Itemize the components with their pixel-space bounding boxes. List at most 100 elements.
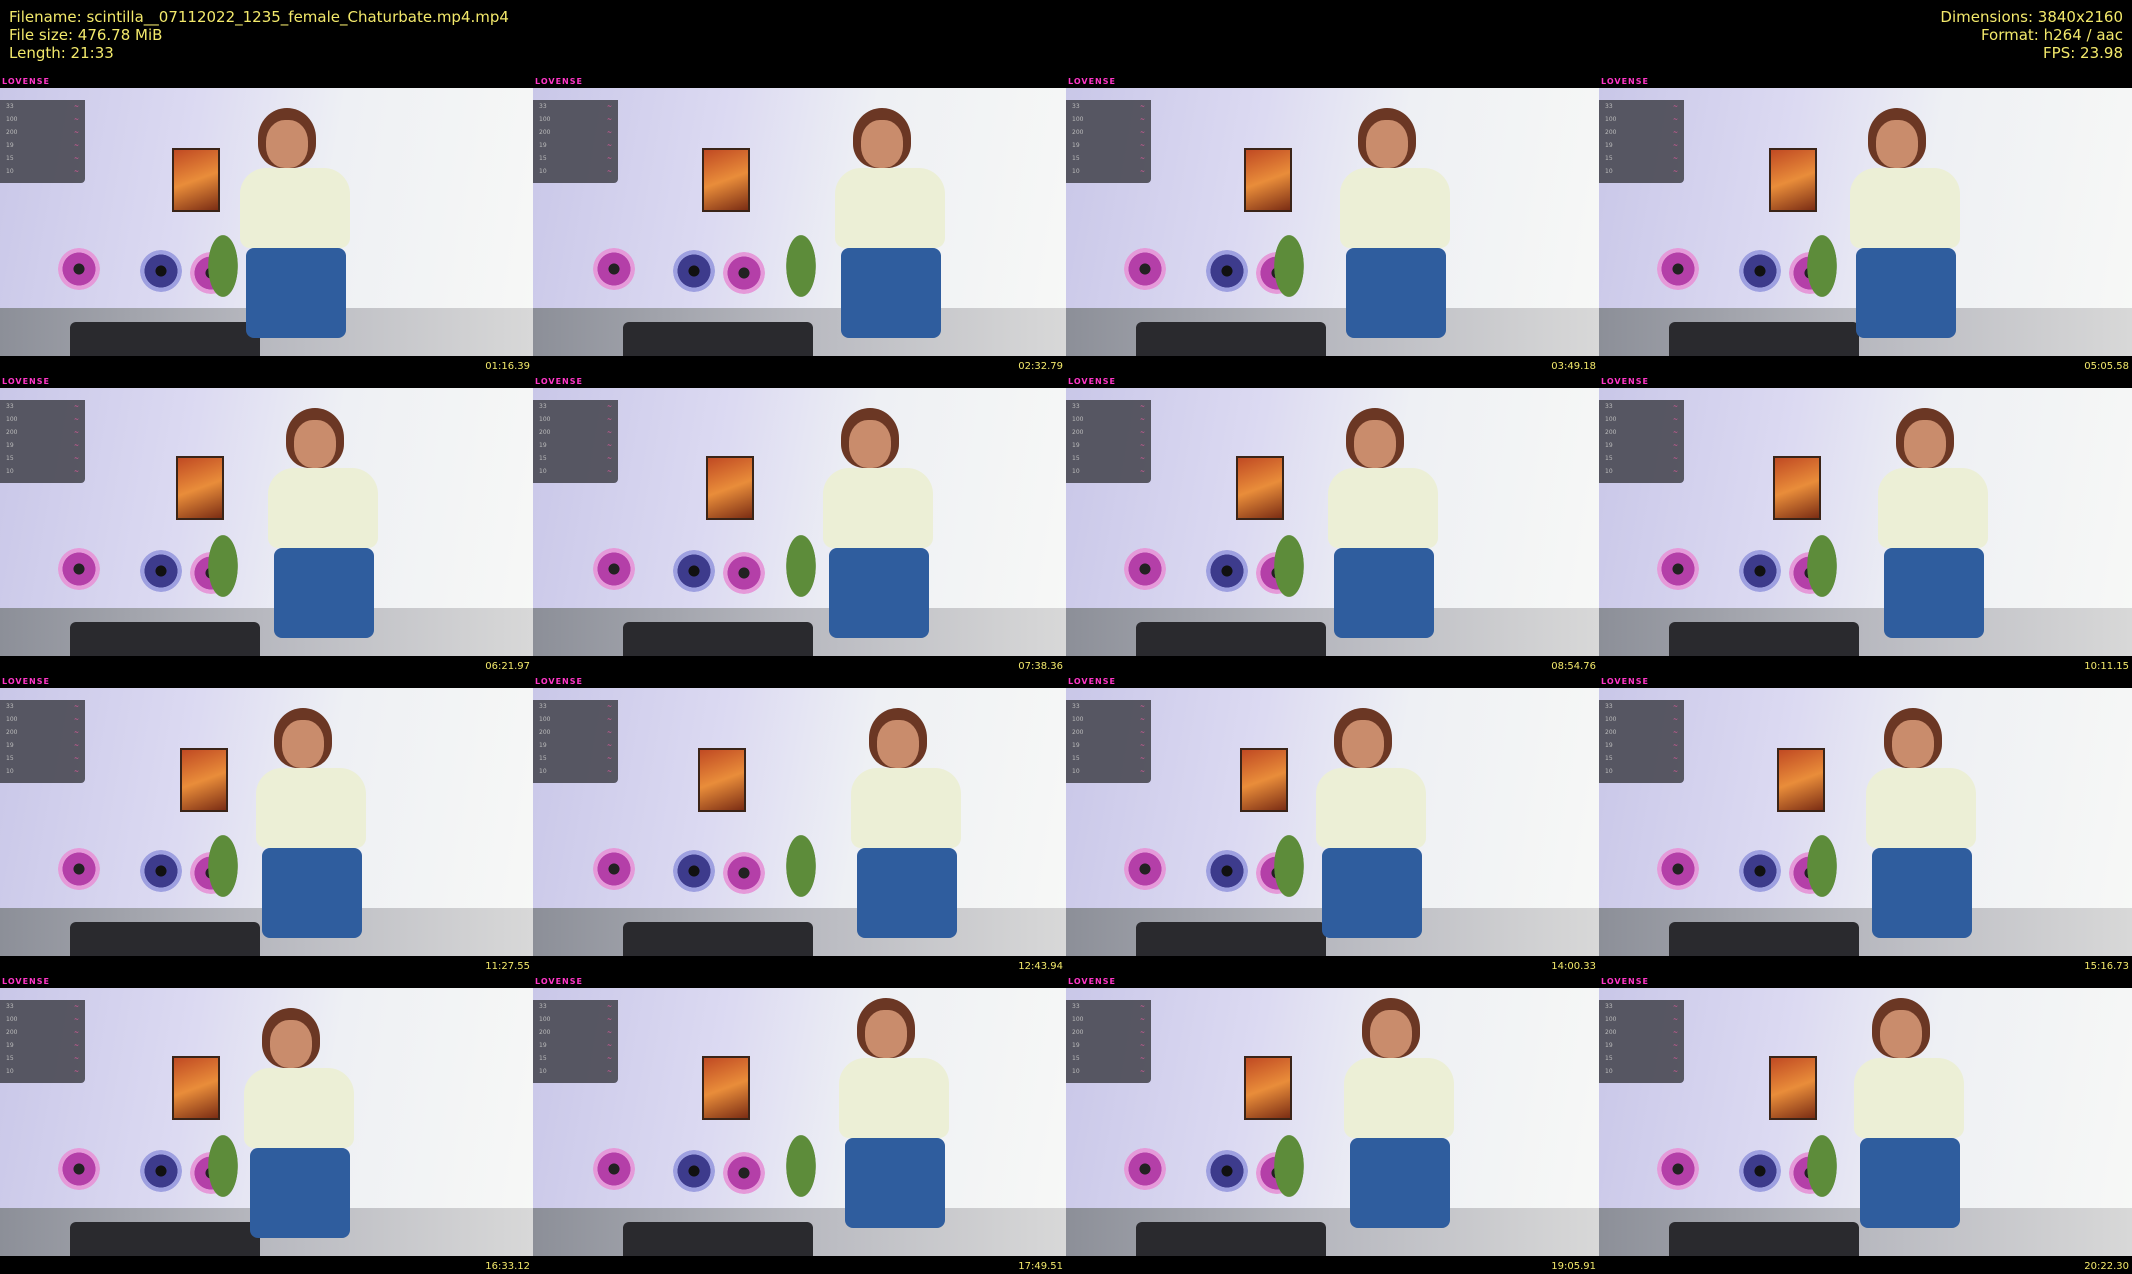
person (246, 708, 376, 938)
wall-painting (706, 456, 754, 520)
panel-row: 15 ~ (1599, 452, 1684, 465)
panel-row: 33 ~ (533, 1000, 618, 1013)
lovense-panel: 33 ~100 ~200 ~19 ~15 ~10 ~ (0, 1000, 85, 1083)
panel-row: 200 ~ (1599, 1026, 1684, 1039)
person-shirt (244, 1068, 354, 1148)
panel-row-icon: ~ (1139, 1055, 1145, 1062)
person-face (1904, 420, 1946, 468)
panel-row-value: 100 (1605, 716, 1617, 723)
thumbnail[interactable]: 33 ~100 ~200 ~19 ~15 ~10 ~ LOVENSE 02:32.79 (533, 77, 1066, 374)
panel-row-value: 15 (6, 155, 14, 162)
wall-painting (172, 1056, 220, 1120)
person-face (849, 420, 891, 468)
lovense-panel: 33 ~100 ~200 ~19 ~15 ~10 ~ (533, 400, 618, 483)
panel-row-icon: ~ (73, 1055, 79, 1062)
person-face (1880, 1010, 1922, 1058)
lovense-logo: LOVENSE (1601, 377, 1649, 386)
plant (200, 518, 246, 598)
panel-row-value: 10 (1072, 168, 1080, 175)
panel-row-icon: ~ (73, 416, 79, 423)
panel-row-value: 33 (6, 703, 14, 710)
sofa (70, 622, 260, 656)
thumbnail[interactable]: 33 ~100 ~200 ~19 ~15 ~10 ~ LOVENSE 06:21.97 (0, 377, 533, 674)
person-shirt (839, 1058, 949, 1138)
person-face (270, 1020, 312, 1068)
video-frame: 33 ~100 ~200 ~19 ~15 ~10 ~ (1599, 88, 2132, 356)
panel-row: 100 ~ (1066, 713, 1151, 726)
person-shirt (1316, 768, 1426, 848)
panel-row-value: 100 (6, 416, 18, 423)
panel-row: 33 ~ (1599, 400, 1684, 413)
thumbnail[interactable]: 33 ~100 ~200 ~19 ~15 ~10 ~ LOVENSE 16:33.12 (0, 977, 533, 1274)
panel-row-value: 100 (1072, 116, 1084, 123)
panel-row-value: 33 (539, 103, 547, 110)
panel-row-value: 15 (1072, 755, 1080, 762)
thumbnail-timestamp: 11:27.55 (485, 961, 530, 972)
panel-row-icon: ~ (606, 1003, 612, 1010)
lovense-logo: LOVENSE (1601, 977, 1649, 986)
wall-flower (593, 248, 635, 290)
panel-row-icon: ~ (1139, 729, 1145, 736)
panel-row-value: 10 (1072, 468, 1080, 475)
panel-row-value: 10 (539, 468, 547, 475)
thumbnail[interactable]: 33 ~100 ~200 ~19 ~15 ~10 ~ LOVENSE 10:11.15 (1599, 377, 2132, 674)
panel-row-value: 19 (1605, 1042, 1613, 1049)
panel-row-value: 100 (539, 1016, 551, 1023)
thumbnail-timestamp: 17:49.51 (1018, 1261, 1063, 1272)
panel-row-value: 19 (6, 142, 14, 149)
wall-flower (723, 1152, 765, 1194)
panel-row-value: 200 (539, 129, 551, 136)
thumbnail[interactable]: 33 ~100 ~200 ~19 ~15 ~10 ~ LOVENSE 17:49.51 (533, 977, 1066, 1274)
plant (1799, 518, 1845, 598)
thumbnail[interactable]: 33 ~100 ~200 ~19 ~15 ~10 ~ LOVENSE 20:22.30 (1599, 977, 2132, 1274)
person-shirt (851, 768, 961, 848)
panel-row-value: 100 (6, 116, 18, 123)
panel-row-value: 33 (1072, 403, 1080, 410)
person (1334, 998, 1464, 1228)
person-face (1892, 720, 1934, 768)
panel-row-value: 15 (1072, 455, 1080, 462)
thumbnail[interactable]: 33 ~100 ~200 ~19 ~15 ~10 ~ LOVENSE 14:00.33 (1066, 677, 1599, 974)
panel-row: 15 ~ (0, 752, 85, 765)
panel-row: 15 ~ (533, 152, 618, 165)
lovense-logo: LOVENSE (1601, 77, 1649, 86)
lovense-panel: 33 ~100 ~200 ~19 ~15 ~10 ~ (533, 100, 618, 183)
wall-flower (58, 248, 100, 290)
plant (1266, 518, 1312, 598)
panel-row-icon: ~ (1139, 1068, 1145, 1075)
thumbnail[interactable]: 33 ~100 ~200 ~19 ~15 ~10 ~ LOVENSE 07:38.36 (533, 377, 1066, 674)
thumbnail[interactable]: 33 ~100 ~200 ~19 ~15 ~10 ~ LOVENSE 08:54.76 (1066, 377, 1599, 674)
thumbnail[interactable]: 33 ~100 ~200 ~19 ~15 ~10 ~ LOVENSE 05:05.58 (1599, 77, 2132, 374)
panel-row: 100 ~ (533, 1013, 618, 1026)
panel-row: 100 ~ (1066, 1013, 1151, 1026)
person-shirt (1866, 768, 1976, 848)
wall-painting (1773, 456, 1821, 520)
person-face (861, 120, 903, 168)
thumbnail[interactable]: 33 ~100 ~200 ~19 ~15 ~10 ~ LOVENSE 01:16.39 (0, 77, 533, 374)
panel-row: 10 ~ (1599, 465, 1684, 478)
panel-row-icon: ~ (1139, 1042, 1145, 1049)
panel-row-icon: ~ (606, 768, 612, 775)
panel-row-value: 10 (6, 1068, 14, 1075)
thumbnail[interactable]: 33 ~100 ~200 ~19 ~15 ~10 ~ LOVENSE 19:05.91 (1066, 977, 1599, 1274)
wall-flower (723, 852, 765, 894)
wall-painting (1769, 1056, 1817, 1120)
lovense-logo: LOVENSE (535, 677, 583, 686)
panel-row: 33 ~ (533, 400, 618, 413)
panel-row-icon: ~ (73, 468, 79, 475)
thumbnail[interactable]: 33 ~100 ~200 ~19 ~15 ~10 ~ LOVENSE 03:49.18 (1066, 77, 1599, 374)
thumbnail[interactable]: 33 ~100 ~200 ~19 ~15 ~10 ~ LOVENSE 15:16.73 (1599, 677, 2132, 974)
panel-row-icon: ~ (1139, 716, 1145, 723)
wall-painting (1240, 748, 1288, 812)
person-shirt (1340, 168, 1450, 248)
lovense-logo: LOVENSE (1601, 677, 1649, 686)
wall-flower (140, 850, 182, 892)
panel-row-icon: ~ (1672, 716, 1678, 723)
thumbnail-timestamp: 07:38.36 (1018, 661, 1063, 672)
thumbnail[interactable]: 33 ~100 ~200 ~19 ~15 ~10 ~ LOVENSE 11:27.55 (0, 677, 533, 974)
panel-row-value: 15 (1072, 155, 1080, 162)
thumbnail[interactable]: 33 ~100 ~200 ~19 ~15 ~10 ~ LOVENSE 12:43.94 (533, 677, 1066, 974)
panel-row-value: 200 (539, 1029, 551, 1036)
thumbnail-timestamp: 20:22.30 (2084, 1261, 2129, 1272)
panel-row-value: 19 (6, 742, 14, 749)
